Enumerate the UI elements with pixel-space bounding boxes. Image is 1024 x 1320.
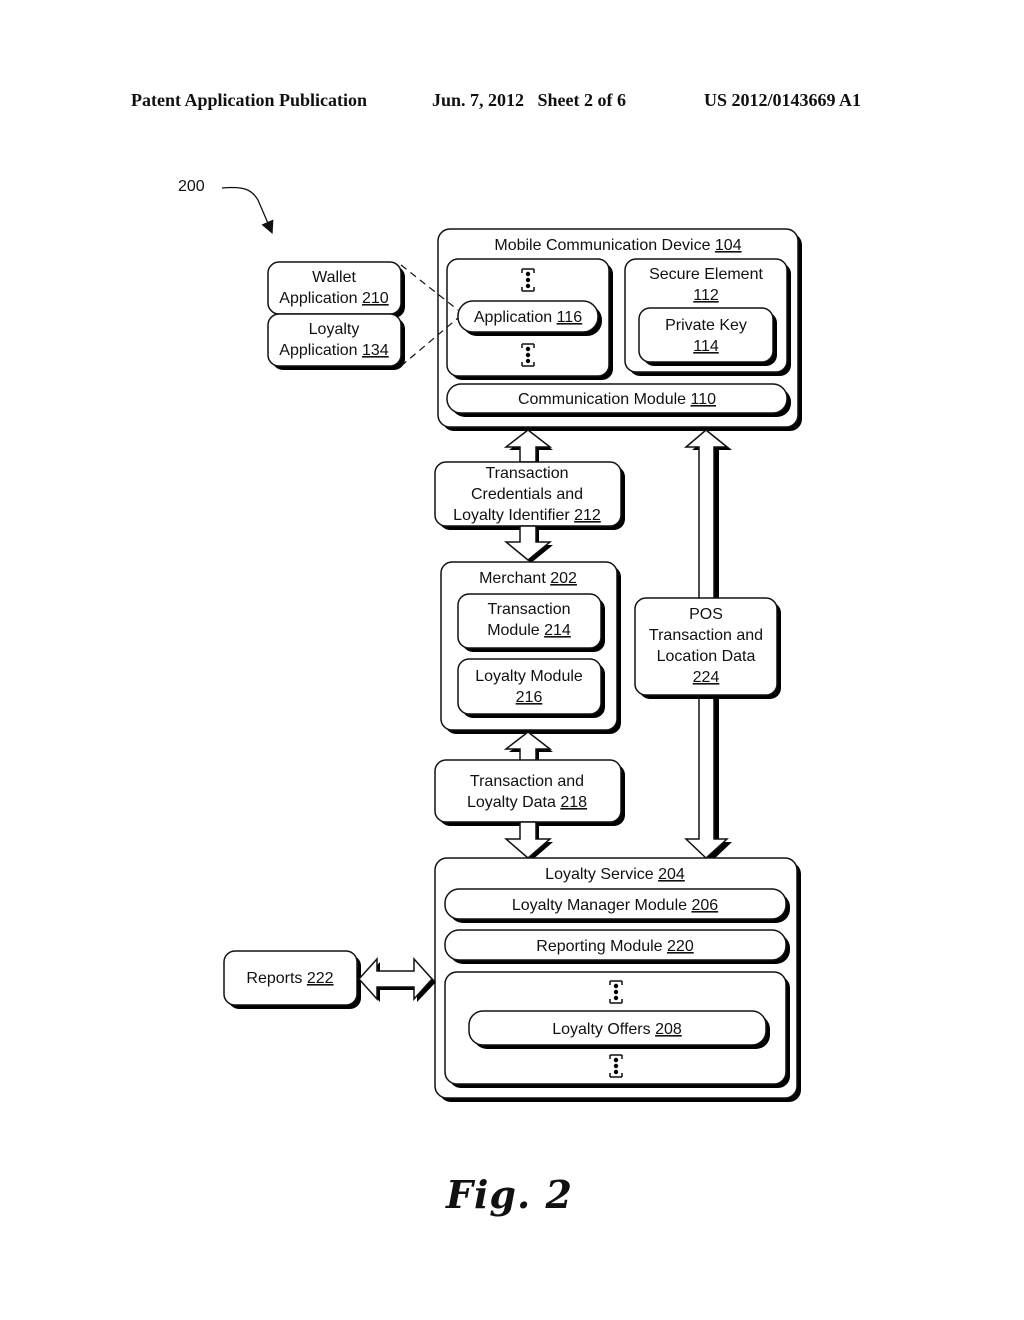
svg-text:Reports 222: Reports 222 [246, 970, 333, 987]
loyalty-service-label: Loyalty Service [545, 866, 658, 883]
credentials-ref: 212 [574, 507, 601, 524]
svg-text:Reporting Module 220: Reporting Module 220 [536, 938, 694, 955]
svg-text:Communication Module 110: Communication Module 110 [518, 391, 716, 408]
transaction-module-ref: 214 [544, 622, 571, 639]
private-key-ref: 114 [693, 338, 719, 355]
wallet-app-label: Wallet [312, 269, 356, 286]
pos-data-ref: 224 [693, 669, 720, 686]
secure-element-label: Secure Element [649, 266, 763, 283]
txn-loyalty-data-ref: 218 [560, 794, 587, 811]
loyalty-module-label: Loyalty Module [475, 668, 583, 685]
pos-transaction-location-box: POS Transaction and Location Data 224 [634, 597, 781, 699]
loyalty-app-ref: 134 [362, 342, 389, 359]
credentials-label2: Credentials and [471, 486, 583, 503]
reports-ref: 222 [307, 970, 334, 987]
txn-loyalty-data-label1: Transaction and [470, 773, 584, 790]
credentials-label3: Loyalty Identifier [453, 507, 574, 524]
reporting-module-ref: 220 [667, 938, 694, 955]
loyalty-manager-module-box: Loyalty Manager Module 206 [444, 888, 790, 923]
svg-text:Mobile Communication Device 10: Mobile Communication Device 104 [494, 237, 741, 254]
comm-module-label: Communication Module [518, 391, 691, 408]
transaction-module-box: Transaction Module 214 [457, 593, 605, 652]
application-ref: 116 [557, 309, 583, 326]
svg-text:Application 116: Application 116 [474, 309, 582, 326]
loyalty-module-ref: 216 [516, 689, 543, 706]
pos-data-label3: Location Data [657, 648, 756, 665]
horizontal-double-arrow [357, 957, 436, 1002]
merchant-ref: 202 [550, 570, 577, 587]
reports-box: Reports 222 [223, 950, 361, 1009]
wallet-app-label2: Application [279, 290, 362, 307]
loyalty-app-label2: Application [279, 342, 362, 359]
transaction-module-label2: Module [487, 622, 544, 639]
svg-text:Loyalty Manager Module 206: Loyalty Manager Module 206 [512, 897, 718, 914]
merchant-label: Merchant [479, 570, 550, 587]
svg-text:Application 134: Application 134 [279, 342, 389, 359]
communication-module-box: Communication Module 110 [446, 383, 791, 417]
block-arrow-down [503, 821, 553, 861]
loyalty-app-label: Loyalty [309, 321, 360, 338]
loyalty-offers-box: Loyalty Offers 208 [468, 1010, 770, 1049]
secure-element-ref: 112 [693, 287, 719, 304]
block-arrow-up [503, 429, 553, 464]
svg-text:Loyalty Data 218: Loyalty Data 218 [467, 794, 587, 811]
loyalty-manager-label: Loyalty Manager Module [512, 897, 692, 914]
svg-text:Module 214: Module 214 [487, 622, 571, 639]
figure-caption: Fig. 2 [446, 1172, 573, 1217]
block-arrow-down [503, 525, 553, 563]
transaction-credentials-box: Transaction Credentials and Loyalty Iden… [434, 461, 625, 530]
credentials-label1: Transaction [486, 465, 569, 482]
txn-loyalty-data-label2: Loyalty Data [467, 794, 560, 811]
application-label: Application [474, 309, 557, 326]
loyalty-application-box: Loyalty Application 134 [267, 313, 405, 370]
svg-text:Loyalty Identifier 212: Loyalty Identifier 212 [453, 507, 601, 524]
private-key-box: Private Key 114 [638, 307, 777, 366]
svg-text:Merchant 202: Merchant 202 [479, 570, 577, 587]
comm-module-ref: 110 [691, 391, 717, 408]
wallet-application-box: Wallet Application 210 [267, 261, 405, 318]
reporting-module-box: Reporting Module 220 [444, 929, 790, 964]
svg-text:Application 210: Application 210 [279, 290, 389, 307]
loyalty-offers-label: Loyalty Offers [552, 1021, 655, 1038]
mobile-device-label: Mobile Communication Device [494, 237, 715, 254]
loyalty-service-ref: 204 [658, 866, 685, 883]
pos-data-label2: Transaction and [649, 627, 763, 644]
mobile-device-ref: 104 [715, 237, 742, 254]
block-arrow-up [503, 731, 553, 764]
reporting-module-label: Reporting Module [536, 938, 667, 955]
transaction-module-label1: Transaction [488, 601, 571, 618]
loyalty-offers-ref: 208 [655, 1021, 682, 1038]
loyalty-module-box: Loyalty Module 216 [457, 658, 605, 718]
transaction-loyalty-data-box: Transaction and Loyalty Data 218 [434, 759, 625, 826]
figure-pointer-arrow [221, 186, 274, 234]
reports-label: Reports [246, 970, 306, 987]
pos-data-label1: POS [689, 606, 723, 623]
svg-text:Loyalty Service 204: Loyalty Service 204 [545, 866, 685, 883]
application-116-box: Application 116 [457, 300, 602, 336]
private-key-label: Private Key [665, 317, 747, 334]
svg-text:Loyalty Offers 208: Loyalty Offers 208 [552, 1021, 682, 1038]
loyalty-manager-ref: 206 [691, 897, 718, 914]
diagram-canvas: Mobile Communication Device 104 Applicat… [221, 186, 802, 1102]
wallet-app-ref: 210 [362, 290, 389, 307]
